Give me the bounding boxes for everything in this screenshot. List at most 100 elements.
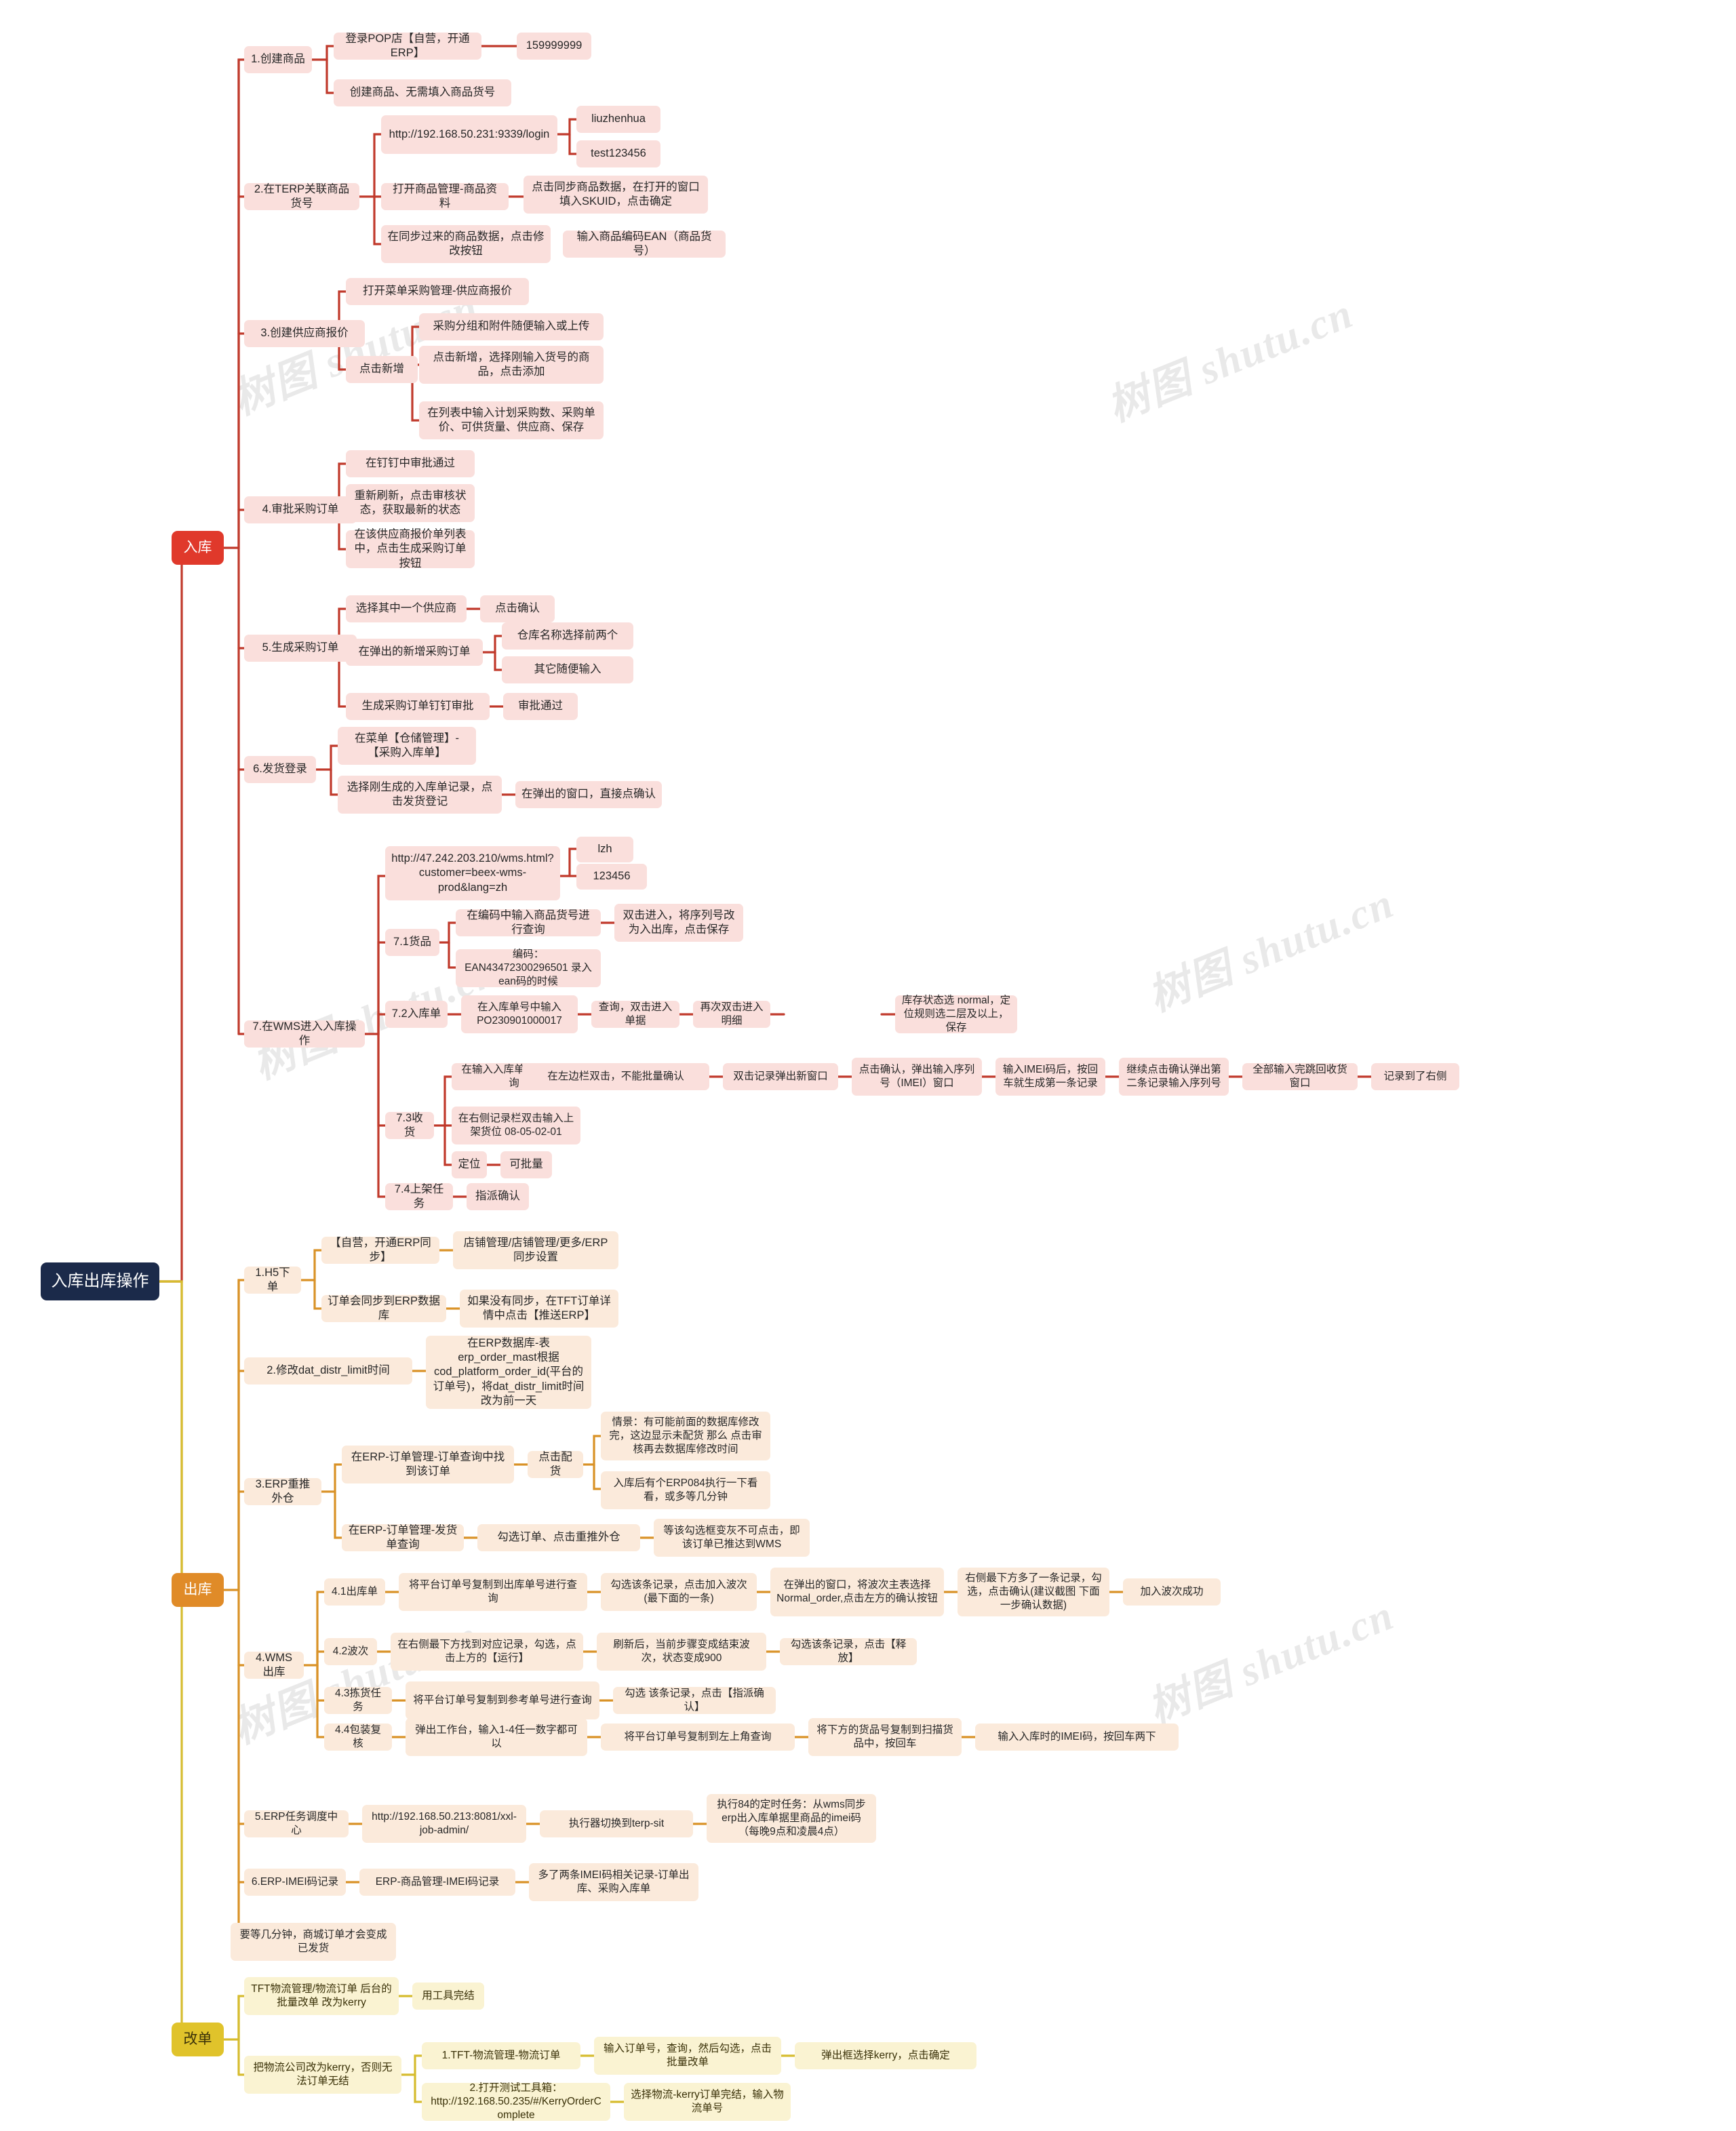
node-o3a-find-order[interactable]: 在ERP-订单管理-订单查询中找到该订单: [342, 1446, 514, 1483]
node-1b-create-no-sku[interactable]: 创建商品、无需填入商品货号: [334, 79, 511, 106]
node-2a2-password[interactable]: test123456: [576, 140, 660, 167]
node-72a-input-po-number[interactable]: 在入库单号中输入PO230901000017: [461, 995, 578, 1033]
node-7a-wms-url[interactable]: http://47.242.203.210/wms.html?customer=…: [385, 846, 560, 900]
root-node[interactable]: 入库出库操作: [41, 1262, 159, 1300]
node-71a1-dblclick-save[interactable]: 双击进入，将序列号改为入出库，点击保存: [614, 904, 743, 942]
node-74a-assign-confirm[interactable]: 指派确认: [467, 1183, 529, 1210]
node-3a-open-purchase-menu[interactable]: 打开菜单采购管理-供应商报价: [346, 278, 529, 305]
node-c2a1-query-batch-change[interactable]: 输入订单号，查询，然后勾选，点击批量改单: [594, 2037, 781, 2075]
node-7-wms-inbound-operation[interactable]: 7.在WMS进入入库操作: [244, 1020, 365, 1048]
node-o3a1-click-allocate[interactable]: 点击配货: [528, 1451, 583, 1478]
node-o6a1-two-imei-records[interactable]: 多了两条IMEI码相关记录-订单出库、采购入库单: [529, 1863, 698, 1901]
node-o41-outbound-order[interactable]: 4.1出库单: [324, 1578, 385, 1606]
node-5c1-approved[interactable]: 审批通过: [503, 693, 578, 720]
node-72a2-dblclick-detail[interactable]: 再次双击进入明细: [693, 1001, 770, 1028]
node-72-inbound-order[interactable]: 7.2入库单: [385, 1001, 448, 1028]
node-5b1-warehouse-name[interactable]: 仓库名称选择前两个: [502, 622, 633, 650]
node-74-shelving-task[interactable]: 7.4上架任务: [385, 1183, 453, 1210]
node-o44-packing-review[interactable]: 4.4包装复核: [324, 1724, 392, 1751]
node-o41a2-wave-normal-order[interactable]: 在弹出的窗口，将波次主表选择Normal_order,点击左方的确认按钮: [770, 1568, 944, 1616]
node-2b-open-product-mgmt[interactable]: 打开商品管理-商品资料: [381, 183, 509, 210]
node-o44a-workbench-input[interactable]: 弹出工作台，输入1-4任一数字都可以: [406, 1718, 587, 1756]
node-o42a-find-record-run[interactable]: 在右侧最下方找到对应记录，勾选，点击上方的【运行】: [391, 1633, 583, 1671]
node-o3-erp-repush-wms[interactable]: 3.ERP重推外仓: [244, 1478, 321, 1505]
node-o4-wms-outbound[interactable]: 4.WMS出库: [244, 1652, 304, 1679]
node-7a1-wms-user[interactable]: lzh: [576, 837, 633, 862]
node-o5a2-job-84-imei-sync[interactable]: 执行84的定时任务：从wms同步erp出入库单据里商品的imei码（每晚9点和凌…: [707, 1794, 876, 1843]
node-o2a-erp-db-update-sql[interactable]: 在ERP数据库-表erp_order_mast根据cod_platform_or…: [426, 1336, 591, 1409]
node-o3b1-check-repush[interactable]: 勾选订单、点击重推外仓: [477, 1524, 640, 1551]
node-4a-dingtalk-approve[interactable]: 在钉钉中审批通过: [346, 450, 475, 477]
node-o2-modify-dat-distr-limit[interactable]: 2.修改dat_distr_limit时间: [244, 1357, 412, 1385]
branch-outbound[interactable]: 出库: [172, 1573, 224, 1607]
node-73a6-back-to-receiving[interactable]: 全部输入完跳回收货窗口: [1242, 1063, 1358, 1090]
node-o3a1b-erp084-job[interactable]: 入库后有个ERP084执行一下看看，或多等几分钟: [601, 1471, 770, 1509]
node-71-goods[interactable]: 7.1货品: [385, 929, 439, 956]
node-o44a1-copy-to-topleft[interactable]: 将平台订单号复制到左上角查询: [601, 1724, 795, 1751]
node-5-generate-purchase-order[interactable]: 5.生成采购订单: [244, 635, 357, 662]
node-7a2-wms-pass[interactable]: 123456: [576, 864, 647, 890]
node-73a4-enter-imei[interactable]: 输入IMEI码后，按回车就生成第一条记录: [995, 1058, 1105, 1096]
node-73c-locate[interactable]: 定位: [452, 1151, 487, 1178]
node-5b2-others-random[interactable]: 其它随便输入: [502, 656, 633, 683]
node-4c-generate-po-button[interactable]: 在该供应商报价单列表中，点击生成采购订单按钮: [346, 528, 475, 570]
node-o3b-delivery-query[interactable]: 在ERP-订单管理-发货单查询: [342, 1524, 464, 1551]
node-o41a4-wave-success[interactable]: 加入波次成功: [1123, 1578, 1221, 1606]
node-o6-erp-imei-records[interactable]: 6.ERP-IMEI码记录: [244, 1869, 346, 1896]
node-6a-menu-warehouse-po[interactable]: 在菜单【仓储管理】-【采购入库单】: [338, 727, 476, 765]
node-o44a2-scan-goods[interactable]: 将下方的货品号复制到扫描货品中，按回车: [808, 1718, 962, 1756]
node-c2b-test-toolbox-url[interactable]: 2.打开测试工具箱：http://192.168.50.235/#/KerryO…: [422, 2082, 610, 2121]
node-o41a-copy-order-no[interactable]: 将平台订单号复制到出库单号进行查询: [399, 1573, 587, 1611]
node-o5a1-switch-executor[interactable]: 执行器切换到terp-sit: [540, 1810, 693, 1837]
node-3b-click-add[interactable]: 点击新增: [346, 356, 418, 383]
node-o1b-order-sync-erp-db[interactable]: 订单会同步到ERP数据库: [321, 1295, 446, 1322]
node-c2b1-kerry-complete[interactable]: 选择物流-kerry订单完结，输入物流单号: [624, 2083, 791, 2121]
node-2a1-username[interactable]: liuzhenhua: [576, 106, 660, 133]
node-c1a-tool-complete[interactable]: 用工具完结: [412, 1983, 484, 2010]
node-2c-click-modify[interactable]: 在同步过来的商品数据，点击修改按钮: [381, 225, 551, 263]
node-5a-select-supplier[interactable]: 选择其中一个供应商: [346, 595, 467, 622]
node-5c-po-dingtalk-approve[interactable]: 生成采购订单钉钉审批: [346, 693, 490, 720]
node-1-create-product[interactable]: 1.创建商品: [244, 46, 312, 73]
node-o1a1-shop-mgmt-path[interactable]: 店铺管理/店铺管理/更多/ERP同步设置: [453, 1231, 618, 1269]
node-o1b1-push-erp[interactable]: 如果没有同步，在TFT订单详情中点击【推送ERP】: [460, 1290, 618, 1328]
node-o44a3-enter-imei-twice[interactable]: 输入入库时的IMEI码，按回车两下: [975, 1724, 1179, 1751]
node-5b-new-po-popup[interactable]: 在弹出的新增采购订单: [346, 639, 483, 666]
node-6b1-popup-confirm[interactable]: 在弹出的窗口，直接点确认: [515, 781, 662, 808]
node-2-terp-link-sku[interactable]: 2.在TERP关联商品货号: [244, 183, 359, 210]
node-o3a1a-scenario-note[interactable]: 情景：有可能前面的数据库修改完，这边显示未配货 那么 点击审核再去数据库修改时间: [601, 1412, 770, 1460]
node-o3b2-wait-grey[interactable]: 等该勾选框变灰不可点击，即该订单已推达到WMS: [654, 1519, 810, 1557]
node-72a1-query-dblclick[interactable]: 查询，双击进入单据: [591, 1001, 679, 1028]
node-c2a2-popup-select-kerry[interactable]: 弹出框选择kerry，点击确定: [795, 2042, 976, 2069]
node-o42a1-status-900[interactable]: 刷新后，当前步骤变成结束波次，状态变成900: [597, 1633, 766, 1671]
node-o42-wave[interactable]: 4.2波次: [324, 1638, 377, 1665]
node-3b1-group-attachment[interactable]: 采购分组和附件随便输入或上传: [419, 313, 604, 340]
node-2a-terp-url[interactable]: http://192.168.50.231:9339/login: [381, 115, 557, 154]
branch-change[interactable]: 改单: [172, 2023, 224, 2056]
node-73a7-record-right-side[interactable]: 记录到了右侧: [1371, 1063, 1459, 1090]
node-3b2-add-select-product[interactable]: 点击新增，选择刚输入货号的商品，点击添加: [419, 346, 604, 384]
node-o41a3-confirm-screenshot[interactable]: 右侧最下方多了一条记录，勾选，点击确认(建议截图 下面一步确认数据): [958, 1568, 1109, 1616]
node-1a1-phone[interactable]: 159999999: [517, 33, 591, 60]
node-o43-picking-task[interactable]: 4.3拣货任务: [324, 1687, 392, 1714]
node-o6a-erp-product-imei[interactable]: ERP-商品管理-IMEI码记录: [359, 1869, 515, 1896]
node-2c1-input-ean[interactable]: 输入商品编码EAN（商品货号）: [563, 231, 726, 258]
node-o1-h5-order[interactable]: 1.H5下单: [244, 1267, 301, 1294]
node-3-create-supplier-quote[interactable]: 3.创建供应商报价: [244, 320, 365, 347]
node-o42a2-release[interactable]: 勾选该条记录，点击【释放】: [780, 1638, 917, 1665]
node-o43a-copy-to-ref-no[interactable]: 将平台订单号复制到参考单号进行查询: [406, 1681, 599, 1719]
node-3b3-input-list-values[interactable]: 在列表中输入计划采购数、采购单价、可供货量、供应商、保存: [419, 401, 604, 439]
node-73a5-continue-confirm[interactable]: 继续点击确认弹出第二条记录输入序列号: [1119, 1058, 1229, 1096]
node-71a-search-by-sku[interactable]: 在编码中输入商品货号进行查询: [456, 909, 601, 936]
node-73a3-confirm-imei-window[interactable]: 点击确认，弹出输入序列号（IMEI）窗口: [852, 1058, 982, 1096]
node-6-delivery-register[interactable]: 6.发货登录: [244, 756, 316, 783]
node-2b1-sync-product-data[interactable]: 点击同步商品数据，在打开的窗口填入SKUID，点击确定: [524, 176, 708, 214]
node-73b-input-shelf-location[interactable]: 在右侧记录栏双击输入上架货位 08-05-02-01: [452, 1107, 580, 1144]
node-5a1-confirm[interactable]: 点击确认: [480, 595, 555, 622]
node-o5a-xxl-job-url[interactable]: http://192.168.50.213:8081/xxl-job-admin…: [362, 1805, 526, 1843]
node-73a1-left-dblclick-real[interactable]: 在左边栏双击，不能批量确认: [522, 1063, 709, 1090]
node-o1a-self-operated-erp-sync[interactable]: 【自营，开通ERP同步】: [321, 1237, 439, 1264]
node-73a2-dblclick-new-window[interactable]: 双击记录弹出新窗口: [723, 1063, 838, 1090]
node-1a-login-pop[interactable]: 登录POP店【自营，开通ERP】: [334, 33, 481, 60]
node-73-receiving[interactable]: 7.3收货: [385, 1112, 434, 1139]
